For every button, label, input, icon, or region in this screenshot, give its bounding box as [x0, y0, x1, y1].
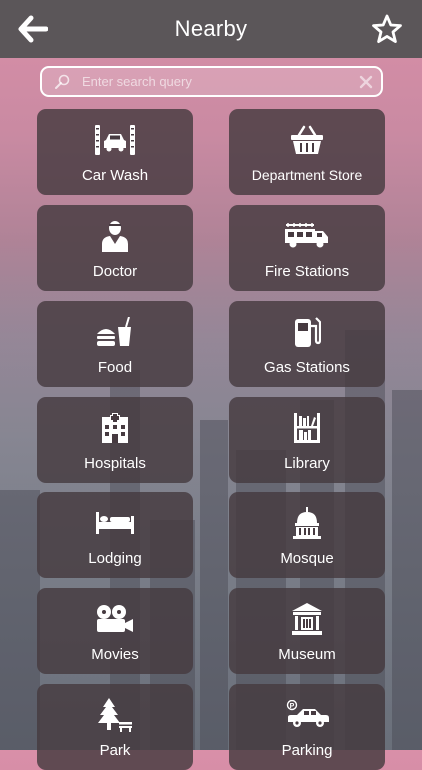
category-gas-stations[interactable]: Gas Stations	[229, 301, 385, 387]
nav-header: Nearby	[0, 0, 422, 58]
category-label: Car Wash	[81, 167, 149, 184]
category-museum[interactable]: Museum	[229, 588, 385, 674]
category-food[interactable]: Food	[37, 301, 193, 387]
category-label: Doctor	[92, 263, 138, 280]
category-label: Lodging	[88, 550, 142, 567]
burger-drink-icon	[96, 315, 134, 349]
tree-bench-icon	[97, 698, 133, 732]
category-label: Hospitals	[84, 455, 146, 472]
clear-icon[interactable]	[359, 75, 373, 89]
bookshelf-icon	[293, 411, 321, 445]
category-label: Mosque	[280, 550, 334, 567]
category-label: Movies	[91, 646, 139, 663]
category-label: Museum	[278, 646, 336, 663]
search-bar	[40, 66, 383, 97]
back-button[interactable]	[18, 15, 49, 43]
category-car-wash[interactable]: Car Wash	[37, 109, 193, 195]
star-outline-icon	[372, 14, 402, 44]
category-label: Department Store	[251, 167, 363, 183]
car-wash-icon	[94, 123, 136, 157]
museum-icon	[291, 602, 323, 636]
gas-pump-icon	[293, 315, 321, 349]
fire-truck-icon	[284, 219, 330, 253]
category-label: Fire Stations	[264, 263, 350, 280]
doctor-icon	[100, 219, 130, 253]
category-park[interactable]: Park	[37, 684, 193, 770]
search-input[interactable]	[80, 73, 359, 90]
category-label: Gas Stations	[264, 359, 350, 376]
favorite-button[interactable]	[372, 14, 402, 44]
category-fire-stations[interactable]: Fire Stations	[229, 205, 385, 291]
dome-building-icon	[291, 506, 323, 540]
search-icon	[55, 74, 70, 89]
category-label: Parking	[281, 742, 333, 759]
category-department-store[interactable]: Department Store	[229, 109, 385, 195]
bed-icon	[95, 506, 135, 540]
hospital-building-icon	[101, 411, 129, 445]
arrow-left-icon	[18, 15, 49, 43]
category-movies[interactable]: Movies	[37, 588, 193, 674]
shopping-basket-icon	[290, 123, 324, 157]
category-mosque[interactable]: Mosque	[229, 492, 385, 578]
category-label: Library	[284, 455, 330, 472]
parked-car-icon: P	[284, 698, 330, 732]
page-title: Nearby	[174, 16, 248, 41]
category-hospitals[interactable]: Hospitals	[37, 397, 193, 483]
film-camera-icon	[95, 602, 135, 636]
category-label: Park	[99, 742, 131, 759]
svg-text:P: P	[290, 703, 295, 710]
category-parking[interactable]: P Parking	[229, 684, 385, 770]
category-library[interactable]: Library	[229, 397, 385, 483]
category-doctor[interactable]: Doctor	[37, 205, 193, 291]
category-lodging[interactable]: Lodging	[37, 492, 193, 578]
category-label: Food	[97, 359, 133, 376]
